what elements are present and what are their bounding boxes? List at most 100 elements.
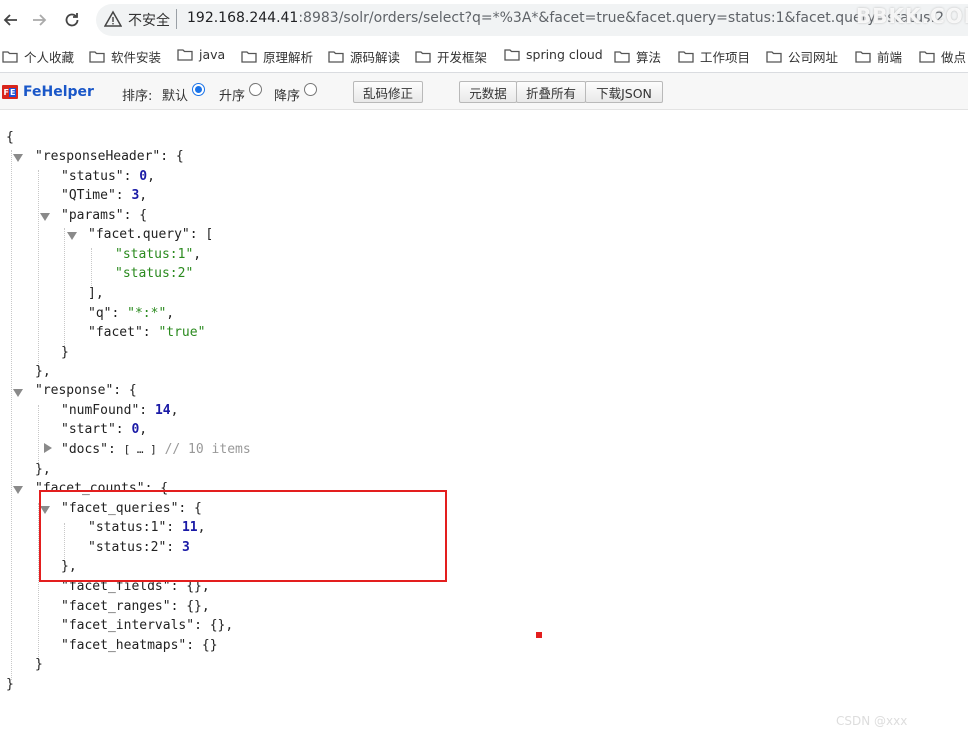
annotation-dot	[536, 632, 542, 638]
indent-guide	[64, 228, 65, 358]
json-line: "facet_heatmaps": {}	[61, 638, 218, 653]
bookmark-folder[interactable]: 原理解析	[241, 47, 313, 66]
bookmark-folder[interactable]: 源码解读	[328, 47, 400, 66]
json-line: "facet_ranges": {},	[61, 599, 210, 614]
raw-data-button[interactable]: 元数据	[459, 81, 517, 103]
json-value: 0	[131, 422, 140, 437]
json-close-brace: }	[6, 677, 14, 692]
address-bar-row: 不安全 192.168.244.41:8983/solr/orders/sele…	[0, 0, 968, 40]
sort-option-desc-label: 降序	[274, 89, 301, 104]
sort-option-default-label: 默认	[162, 89, 189, 104]
bookmark-label: 原理解析	[263, 50, 314, 65]
json-line: },	[35, 364, 51, 379]
bookmark-folder[interactable]: 工作项目	[678, 47, 750, 66]
bookmark-folder[interactable]: 公司网址	[766, 47, 838, 66]
json-value: 3	[131, 188, 140, 203]
security-status-label[interactable]: 不安全	[128, 10, 170, 30]
json-line: ],	[88, 286, 104, 301]
folder-icon	[89, 51, 105, 63]
bookmark-label: 做点	[941, 50, 967, 65]
json-line: "docs": [ … ] // 10 items	[61, 442, 251, 457]
json-line: "start": 0,	[61, 422, 148, 437]
json-line: },	[35, 462, 51, 477]
folder-icon	[415, 51, 431, 63]
warning-triangle-icon[interactable]	[104, 10, 122, 28]
bookmark-label: 开发框架	[437, 50, 488, 65]
collapse-toggle-icon[interactable]	[13, 154, 23, 162]
fehelper-title[interactable]: FeHelper	[23, 84, 94, 100]
reload-button[interactable]	[61, 9, 83, 31]
json-line: "QTime": 3,	[61, 188, 148, 203]
sort-option-asc-label: 升序	[219, 89, 246, 104]
folder-icon	[2, 51, 18, 63]
json-viewer: { "responseHeader": { "status": 0, "QTim…	[0, 110, 968, 737]
json-value: 14	[154, 403, 171, 418]
bookmark-label: 工作项目	[700, 50, 751, 65]
folder-icon	[328, 51, 344, 63]
json-line: }	[61, 345, 69, 360]
folder-icon	[678, 51, 694, 63]
forward-button[interactable]	[28, 9, 50, 31]
json-value: "status:1"	[115, 247, 194, 262]
fehelper-toolbar: FE FeHelper 排序: 默认 升序 降序 乱码修正 元数据 折叠所有 下…	[0, 73, 968, 110]
indent-guide	[38, 405, 39, 465]
fehelper-logo-icon: FE	[2, 85, 18, 99]
json-line: "facet.query": [	[88, 227, 214, 242]
json-line: }	[35, 657, 43, 672]
indent-guide	[91, 248, 92, 288]
bookmarks-bar: 个人收藏 软件安装 java 原理解析 源码解读 开发框架 spring clo…	[0, 40, 968, 73]
expand-toggle-icon[interactable]	[44, 443, 52, 453]
bookmark-label: 个人收藏	[24, 50, 75, 65]
json-value: 0	[139, 169, 148, 184]
bookmark-label: 源码解读	[350, 50, 401, 65]
url-divider	[176, 9, 177, 29]
sort-desc-radio[interactable]	[304, 83, 317, 96]
collapse-toggle-icon[interactable]	[13, 389, 23, 397]
json-line: "facet_intervals": {},	[61, 618, 234, 633]
back-button[interactable]	[0, 9, 22, 31]
json-open-brace: {	[6, 130, 14, 145]
bookmark-folder[interactable]: 前端	[855, 47, 902, 66]
folder-icon	[241, 51, 257, 63]
json-line: "status:2"	[115, 264, 193, 284]
collapse-toggle-icon[interactable]	[67, 232, 77, 240]
reload-icon	[65, 13, 79, 27]
folder-icon	[504, 49, 520, 61]
folder-icon	[919, 51, 935, 63]
collapse-toggle-icon[interactable]	[13, 486, 23, 494]
bookmark-label: 公司网址	[788, 50, 839, 65]
bookmark-folder[interactable]: 算法	[614, 47, 661, 66]
fix-encoding-button[interactable]: 乱码修正	[353, 81, 423, 103]
folder-icon	[766, 51, 782, 63]
url-path: :8983/solr/orders/select?q=*%3A*&facet=t…	[298, 10, 945, 26]
sort-asc-radio[interactable]	[249, 83, 262, 96]
folder-icon	[614, 51, 630, 63]
bookmark-folder[interactable]: 软件安装	[89, 47, 161, 66]
json-comment: // 10 items	[164, 442, 251, 457]
highlight-box	[39, 490, 447, 582]
indent-guide	[11, 150, 12, 680]
json-value: "status:2"	[115, 266, 194, 281]
bookmark-folder[interactable]: spring cloud	[504, 47, 603, 62]
collapse-toggle-icon[interactable]	[40, 213, 50, 221]
json-value: "*:*"	[127, 306, 167, 321]
json-line: "response": {	[35, 383, 137, 398]
forward-arrow-icon	[33, 14, 47, 26]
footer-watermark: CSDN @xxx	[836, 714, 908, 728]
json-line: "facet": "true"	[88, 325, 206, 340]
indent-guide	[38, 170, 39, 370]
bookmark-label: spring cloud	[526, 47, 603, 62]
download-json-button[interactable]: 下载JSON	[585, 81, 663, 103]
url-text[interactable]: 192.168.244.41:8983/solr/orders/select?q…	[187, 10, 944, 26]
json-line: "q": "*:*",	[88, 306, 175, 321]
json-line: "status:1",	[115, 247, 202, 262]
bookmark-label: 前端	[877, 50, 903, 65]
bookmark-folder[interactable]: java	[177, 47, 225, 62]
sort-default-radio[interactable]	[192, 83, 205, 96]
bookmark-folder[interactable]: 开发框架	[415, 47, 487, 66]
bookmark-folder[interactable]: 做点	[919, 47, 966, 66]
folder-icon	[855, 51, 871, 63]
collapse-all-button[interactable]: 折叠所有	[516, 81, 586, 103]
bookmark-folder[interactable]: 个人收藏	[2, 47, 74, 66]
json-line: "status": 0,	[61, 169, 155, 184]
